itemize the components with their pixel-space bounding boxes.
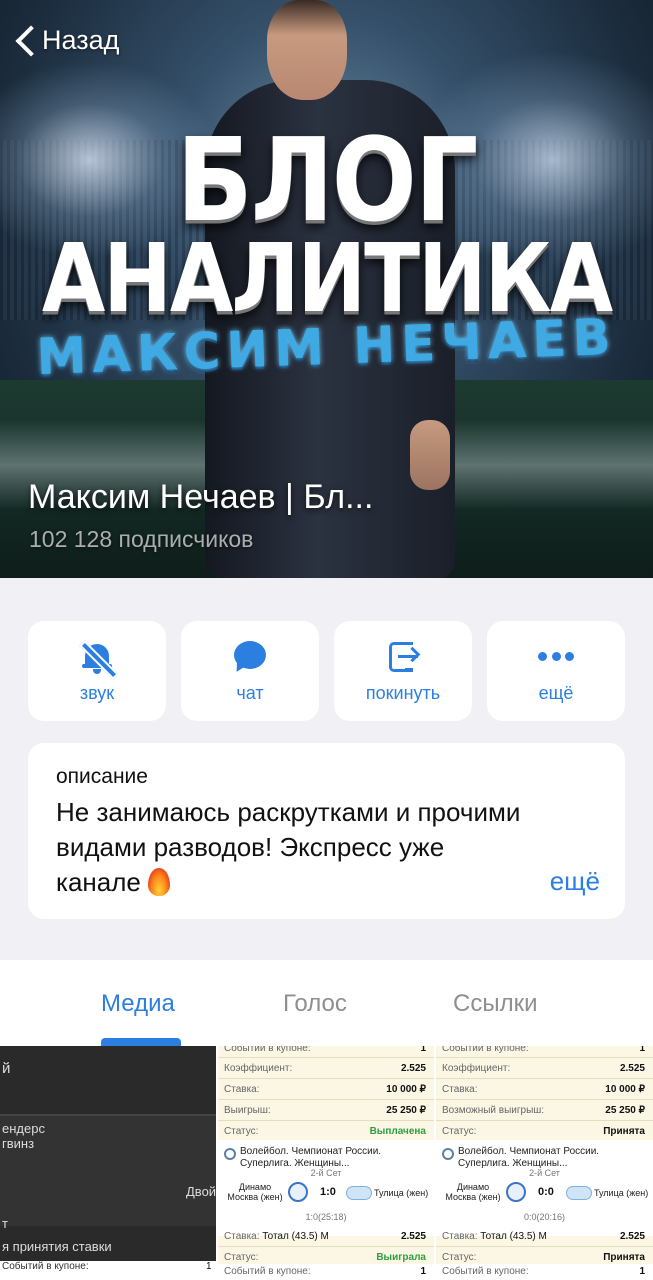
tab-links[interactable]: Ссылки [453, 990, 538, 1018]
ticket-value: 2.525 [400, 1063, 426, 1074]
media-text: я принятия ставки [2, 1239, 112, 1254]
more-button[interactable]: ещё [487, 621, 625, 721]
volleyball-icon [224, 1148, 236, 1160]
team-home: Динамо Москва (жен) [445, 1182, 501, 1202]
team-away: Тулица (жен) [374, 1188, 429, 1198]
match-card: Волейбол. Чемпионат России. Суперлига. Ж… [218, 1140, 434, 1236]
ticket-label: Статус: [442, 1126, 477, 1137]
action-buttons: звук чат покинуть ещё [28, 621, 625, 721]
description-more-link[interactable]: ещё [550, 866, 600, 897]
ticket-value: 1 [420, 1046, 426, 1054]
ticket-label: Ставка: Тотал (43.5) М [224, 1231, 329, 1242]
description-text: Не занимаюсь раскрутками и прочими видам… [56, 797, 521, 897]
chat-bubble-icon [232, 639, 268, 675]
match-title: Волейбол. Чемпионат России. Суперлига. Ж… [458, 1146, 600, 1169]
match-card: Волейбол. Чемпионат России. Суперлига. Ж… [436, 1140, 653, 1236]
team-logo-icon [566, 1186, 592, 1200]
ticket-value: 10 000 ₽ [605, 1084, 645, 1095]
person-hand [410, 420, 450, 490]
leave-icon [385, 639, 421, 675]
ticket-label: Событий в купоне: [224, 1266, 311, 1277]
ticket-label: Выигрыш: [224, 1105, 271, 1116]
back-label: Назад [42, 24, 120, 55]
ticket-label: Событий в купоне: [442, 1266, 529, 1277]
tab-voice[interactable]: Голос [283, 990, 347, 1018]
match-set: 2-й Сет [529, 1168, 560, 1178]
media-grid: й ендерс гвинз Двой т я принятия ставки … [0, 1046, 653, 1280]
volleyball-icon [442, 1148, 454, 1160]
ticket-status: Принята [603, 1126, 645, 1137]
channel-cover: БЛОГ АНАЛИТИКА МАКСИМ НЕЧАЕВ Назад Макси… [0, 0, 653, 578]
ticket-label: Ставка: [442, 1084, 478, 1095]
media-text: Двой [186, 1184, 216, 1199]
leave-label: покинуть [365, 682, 441, 703]
match-title: Волейбол. Чемпионат России. Суперлига. Ж… [240, 1146, 382, 1169]
channel-name: Максим Нечаев | Бл... [28, 478, 374, 516]
bell-slash-icon [79, 639, 119, 680]
media-text: т [2, 1216, 8, 1231]
ticket-value: 10 000 ₽ [386, 1084, 426, 1095]
fire-emoji-icon [147, 866, 171, 896]
media-thumbnail-2[interactable]: Событий в купоне: 1 Коэффициент: 2.525 С… [218, 1046, 434, 1280]
team-home: Динамо Москва (жен) [227, 1182, 283, 1202]
team-away: Тулица (жен) [594, 1188, 649, 1198]
match-set: 2-й Сет [310, 1168, 342, 1178]
match-detail: 1:0(25:18) [305, 1212, 347, 1222]
more-dots-icon [538, 639, 574, 675]
ticket-value: 2.525 [619, 1231, 645, 1242]
team-logo-icon [288, 1182, 308, 1202]
ticket-label: Ставка: Тотал (43.5) М [442, 1231, 547, 1242]
chat-button[interactable]: чат [181, 621, 319, 721]
mute-label: звук [79, 682, 115, 703]
match-score: 1:0 [320, 1186, 336, 1198]
team-logo-icon [346, 1186, 372, 1200]
media-thumbnail-1[interactable]: й ендерс гвинз Двой т я принятия ставки … [0, 1046, 216, 1280]
match-score: 0:0 [538, 1186, 554, 1198]
ticket-label: Ставка: [224, 1084, 260, 1095]
ticket-value: 25 250 ₽ [386, 1105, 426, 1116]
mute-button[interactable]: звук [28, 621, 166, 721]
ticket-label: Статус: [224, 1252, 259, 1263]
ticket-status: Выплачена [369, 1126, 426, 1137]
ticket-label: Статус: [442, 1252, 477, 1263]
match-detail: 0:0(20:16) [523, 1212, 566, 1222]
media-text: гвинз [2, 1136, 35, 1151]
leave-button[interactable]: покинуть [334, 621, 472, 721]
chat-label: чат [236, 682, 264, 703]
active-tab-indicator [101, 1038, 181, 1046]
back-button[interactable]: Назад [14, 20, 119, 60]
tab-media[interactable]: Медиа [101, 990, 175, 1018]
ticket-value: 2.525 [619, 1063, 645, 1074]
media-text: й [2, 1060, 11, 1077]
ticket-value: 1 [639, 1046, 645, 1054]
ticket-label: Возможный выигрыш: [442, 1105, 545, 1116]
media-text: ендерс [2, 1121, 45, 1136]
more-label: ещё [538, 682, 574, 703]
media-tabs: Медиа Голос Ссылки [0, 960, 653, 1046]
ticket-label: Коэффициент: [224, 1063, 293, 1074]
ticket-status: Выиграла [376, 1252, 426, 1263]
description-card: описание Не занимаюсь раскрутками и проч… [28, 743, 625, 919]
ticket-value: 1 [639, 1266, 645, 1277]
ticket-status: Принята [603, 1252, 645, 1263]
media-thumbnail-3[interactable]: Событий в купоне: 1 Коэффициент: 2.525 С… [436, 1046, 653, 1280]
ticket-value: 25 250 ₽ [605, 1105, 645, 1116]
description-label: описание [56, 765, 148, 788]
chevron-left-icon [14, 25, 34, 55]
ticket-label: Коэффициент: [442, 1063, 511, 1074]
subscriber-count: 102 128 подписчиков [29, 526, 254, 552]
ticket-label: Событий в купоне: [442, 1046, 529, 1054]
media-text: 1 [206, 1261, 212, 1272]
ticket-label: Статус: [224, 1126, 259, 1137]
ticket-label: Событий в купоне: [224, 1046, 311, 1054]
team-logo-icon [506, 1182, 526, 1202]
person-head [267, 0, 347, 100]
ticket-value: 2.525 [400, 1231, 426, 1242]
ticket-value: 1 [420, 1266, 426, 1277]
media-text: Событий в купоне: [2, 1261, 89, 1272]
